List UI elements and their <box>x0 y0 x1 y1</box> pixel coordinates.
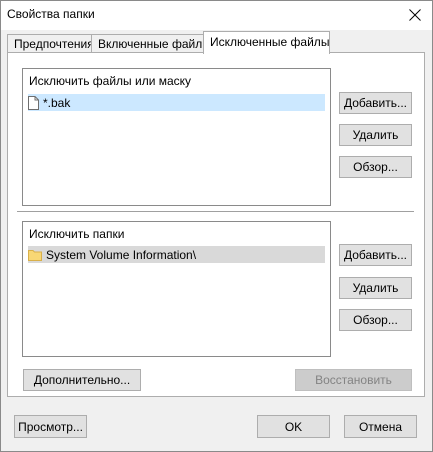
preview-button[interactable]: Просмотр... <box>14 415 87 438</box>
tab-excluded-files[interactable]: Исключенные файлы <box>203 31 330 54</box>
browse-folder-button[interactable]: Обзор... <box>339 309 412 331</box>
group-separator <box>17 211 414 213</box>
remove-folder-label: Удалить <box>352 281 399 295</box>
remove-folder-button[interactable]: Удалить <box>339 277 412 299</box>
exclude-folders-label: Исключить папки <box>29 227 125 241</box>
title-bar: Свойства папки <box>1 1 432 30</box>
window-title: Свойства папки <box>7 7 95 21</box>
add-folder-button[interactable]: Добавить... <box>339 244 412 266</box>
file-icon <box>28 95 39 110</box>
add-folder-label: Добавить... <box>343 248 408 262</box>
browse-file-mask-button[interactable]: Обзор... <box>339 156 412 178</box>
exclude-files-group: Исключить файлы или маску *.bak <box>22 68 331 206</box>
tab-included-files[interactable]: Включенные файлы <box>91 34 211 53</box>
list-item[interactable]: System Volume Information\ <box>28 246 325 263</box>
folder-icon <box>28 249 42 261</box>
remove-file-mask-button[interactable]: Удалить <box>339 124 412 146</box>
list-item-text: System Volume Information\ <box>46 247 197 262</box>
add-file-mask-button[interactable]: Добавить... <box>339 92 412 114</box>
cancel-button[interactable]: Отмена <box>344 415 417 438</box>
browse-file-mask-label: Обзор... <box>353 160 398 174</box>
list-item-text: *.bak <box>43 95 71 110</box>
exclude-files-label: Исключить файлы или маску <box>29 74 192 88</box>
ok-button[interactable]: OK <box>257 415 330 438</box>
add-file-mask-label: Добавить... <box>343 96 408 110</box>
close-button[interactable] <box>398 1 432 30</box>
restore-label: Восстановить <box>315 373 392 387</box>
remove-file-mask-label: Удалить <box>352 128 399 142</box>
restore-button[interactable]: Восстановить <box>295 369 412 391</box>
exclude-folders-group: Исключить папки System Volume Informatio… <box>22 221 331 357</box>
list-item[interactable]: *.bak <box>28 94 325 111</box>
advanced-label: Дополнительно... <box>33 373 131 387</box>
close-icon <box>409 9 421 21</box>
tab-panel-excluded-files: Исключить файлы или маску *.bak Добавить… <box>7 52 425 397</box>
browse-folder-label: Обзор... <box>353 313 398 327</box>
preview-label: Просмотр... <box>18 419 83 434</box>
ok-label: OK <box>284 419 303 434</box>
folder-properties-dialog: Свойства папки Предпочтения Включенные ф… <box>0 0 433 452</box>
cancel-label: Отмена <box>358 419 403 434</box>
advanced-button[interactable]: Дополнительно... <box>23 369 141 391</box>
tab-preferences[interactable]: Предпочтения <box>7 34 94 53</box>
